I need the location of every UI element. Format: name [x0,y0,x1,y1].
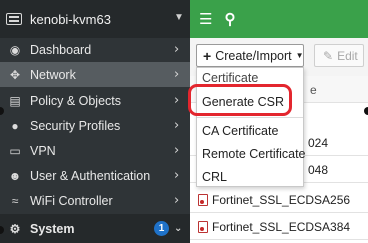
edit-button[interactable]: ✎ Edit [314,44,364,67]
certificate-icon [198,194,208,206]
create-import-label: Create/Import [215,48,292,63]
menu-divider [197,117,303,118]
menu-item-remote-certificate[interactable]: Remote Certificate [202,147,306,161]
sidebar-item-label: User & Authentication [30,168,151,183]
sidebar-item-label: Policy & Objects [30,93,122,108]
chevron-right-icon: › [174,67,180,82]
chevron-right-icon: › [174,93,180,108]
top-bar: ☰ ⚲ [190,0,368,38]
sidebar-item-system[interactable]: ⚙ System 1 ⌄ [0,214,190,243]
sidebar-item-label: VPN [30,143,56,158]
user-icon: ☻ [8,168,22,183]
chevron-down-icon: ⌄ [174,223,183,234]
menu-icon[interactable]: ☰ [199,10,212,28]
table-row[interactable]: Fortinet_SSL_ECDSA384 [190,214,368,240]
cert-name: Fortinet_SSL_ECDSA384 [212,220,351,234]
chevron-right-icon: › [174,42,180,57]
gear-icon: ⚙ [9,221,21,236]
chevron-right-icon: › [174,193,180,208]
notification-badge: 1 [154,221,169,236]
edit-label: Edit [337,48,358,63]
menu-item-certificate[interactable]: Certificate [202,71,258,85]
search-icon[interactable]: ⚲ [224,10,235,28]
sidebar-item-policy-objects[interactable]: ▤ Policy & Objects › [0,88,190,113]
monitor-icon: ▭ [9,143,21,158]
network-icon: ✥ [9,67,21,82]
cert-name: Fortinet_SSL_ECDSA256 [212,193,351,207]
cert-name: 024 [308,136,329,150]
sidebar-item-vpn[interactable]: ▭ VPN › [0,138,190,163]
create-import-button[interactable]: + Create/Import ▼ [196,44,304,67]
plus-icon: + [203,47,212,64]
sidebar-item-label: WiFi Controller [30,193,113,208]
policy-icon: ▤ [9,93,21,108]
sidebar-item-dashboard[interactable]: ◉ Dashboard › [0,37,190,62]
chevron-right-icon: › [174,118,180,133]
sidebar-item-security-profiles[interactable]: ● Security Profiles › [0,113,190,138]
sidebar-item-user-authentication[interactable]: ☻ User & Authentication › [0,163,190,188]
menu-item-ca-certificate[interactable]: CA Certificate [202,124,278,138]
device-name: kenobi-kvm63 [30,11,111,27]
chevron-right-icon: › [174,168,180,183]
wifi-icon: ≈ [11,193,19,208]
sidebar-item-wifi-controller[interactable]: ≈ WiFi Controller › [0,188,190,213]
sidebar-item-label: System [30,221,75,236]
chevron-down-icon[interactable]: ▼ [174,12,184,23]
pencil-icon: ✎ [323,48,334,63]
menu-item-crl[interactable]: CRL [202,170,227,184]
sidebar-item-network[interactable]: ✥ Network › [0,62,190,87]
lock-icon: ● [11,118,19,133]
chevron-right-icon: › [174,143,180,158]
sidebar: kenobi-kvm63 ▼ ◉ Dashboard › ✥ Network ›… [0,0,190,243]
device-header[interactable]: kenobi-kvm63 ▼ [0,0,190,38]
certificate-icon [198,221,208,233]
sidebar-item-label: Network [30,67,76,82]
crop-marker-dot [364,107,368,115]
table-row[interactable]: Fortinet_SSL_ECDSA256 [190,187,368,213]
chevron-down-icon: ▼ [295,51,304,60]
device-icon [6,13,22,25]
sidebar-item-label: Dashboard [30,42,92,57]
highlight-annotation [188,84,292,116]
cert-name: 048 [308,163,329,177]
column-header-fragment: e [310,83,317,97]
sidebar-item-label: Security Profiles [30,118,121,133]
dashboard-icon: ◉ [9,42,21,57]
